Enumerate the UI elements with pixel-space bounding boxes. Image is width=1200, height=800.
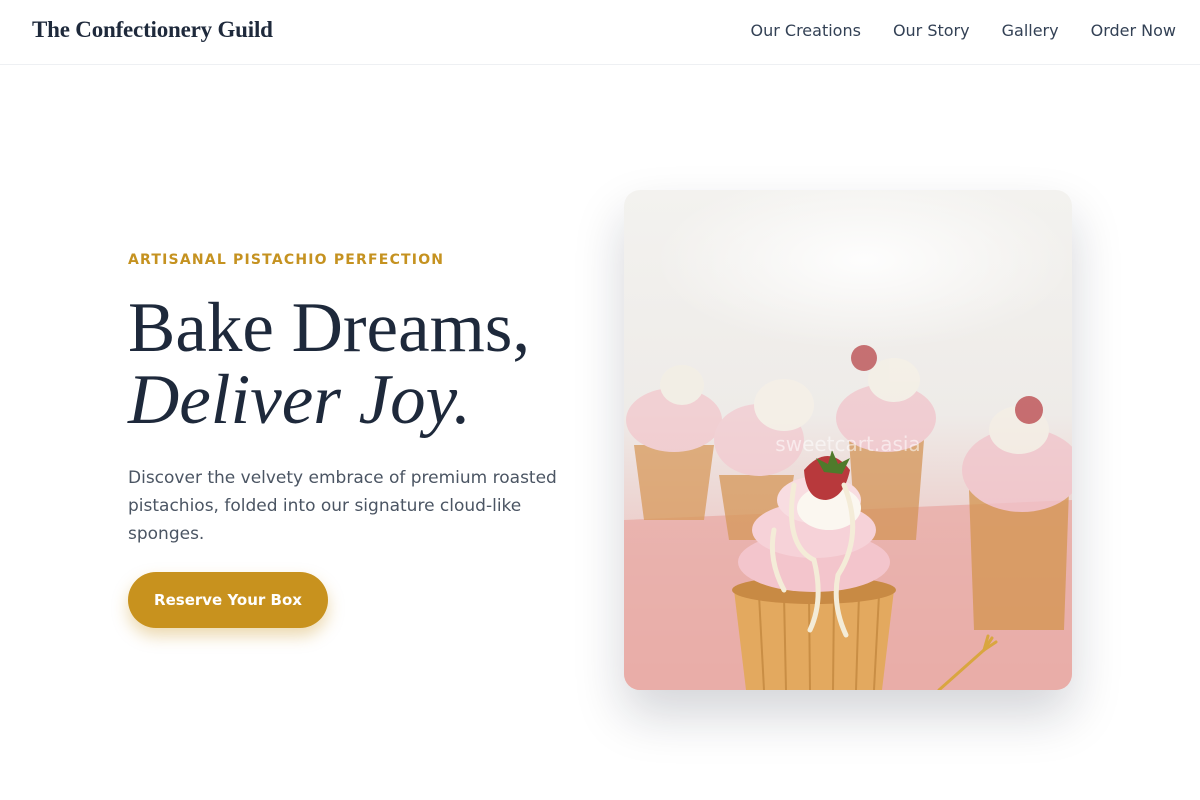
image-watermark: sweetcart.asia xyxy=(775,432,921,456)
nav-our-creations[interactable]: Our Creations xyxy=(751,20,861,42)
hero-headline: Bake Dreams, Deliver Joy. xyxy=(128,292,568,436)
hero-description: Discover the velvety embrace of premium … xyxy=(128,468,557,544)
site-header: The Confectionery Guild Our Creations Ou… xyxy=(0,0,1200,65)
nav-order-now[interactable]: Order Now xyxy=(1091,20,1176,42)
brand-logo[interactable]: The Confectionery Guild xyxy=(32,17,273,43)
reserve-box-button[interactable]: Reserve Your Box xyxy=(128,572,328,628)
hero-cupcake-image: sweetcart.asia xyxy=(624,190,1072,690)
headline-line-2: Deliver Joy. xyxy=(128,361,472,439)
headline-line-1: Bake Dreams, xyxy=(128,289,531,367)
nav-our-story[interactable]: Our Story xyxy=(893,20,970,42)
hero-text: ARTISANAL PISTACHIO PERFECTION Bake Drea… xyxy=(128,252,568,548)
main-nav: Our Creations Our Story Gallery Order No… xyxy=(751,20,1177,42)
hero-eyebrow: ARTISANAL PISTACHIO PERFECTION xyxy=(128,252,445,268)
nav-gallery[interactable]: Gallery xyxy=(1002,20,1059,42)
